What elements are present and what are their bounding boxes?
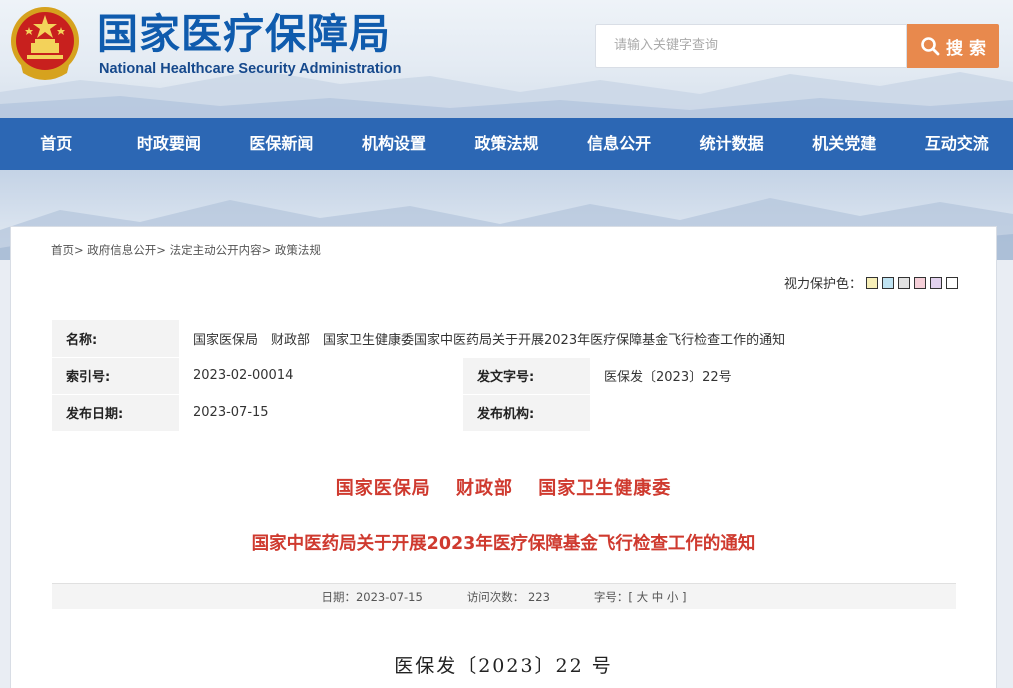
swatch-gray[interactable]	[898, 276, 910, 289]
issuer-2: 财政部	[456, 478, 513, 499]
meta-index-label: 索引号:	[52, 357, 179, 395]
publish-date: 日期：2023-07-15	[321, 589, 423, 604]
nav-item-news[interactable]: 医保新闻	[225, 118, 338, 170]
nav-item-statistics[interactable]: 统计数据	[675, 118, 788, 170]
issuer-1: 国家医保局	[335, 478, 431, 499]
vision-protection-label: 视力保护色：	[783, 277, 862, 292]
nav-item-interaction[interactable]: 互动交流	[901, 118, 1013, 170]
article-info-bar: 日期：2023-07-15 访问次数： 223 字号：[ 大 中 小 ]	[52, 583, 956, 609]
search-input[interactable]: 请输入关键字查询	[595, 24, 907, 68]
font-size-switch[interactable]: 字号：[ 大 中 小 ]	[594, 589, 687, 605]
search-icon	[921, 37, 940, 56]
swatch-yellow[interactable]	[866, 276, 878, 289]
meta-org-label: 发布机构:	[463, 394, 590, 432]
nav-item-current-affairs[interactable]: 时政要闻	[113, 118, 226, 170]
meta-date-label: 发布日期:	[52, 394, 179, 432]
swatch-white[interactable]	[946, 276, 958, 289]
breadcrumb[interactable]: 首页> 政府信息公开> 法定主动公开内容> 政策法规	[51, 242, 321, 258]
search-button-label: 搜 索	[946, 38, 986, 59]
issuer-3: 国家卫生健康委	[538, 478, 672, 499]
meta-docno-label: 发文字号:	[463, 357, 590, 395]
meta-org-value	[590, 394, 952, 432]
nav-item-policy[interactable]: 政策法规	[450, 118, 563, 170]
document-issuers: 国家医保局 财政部 国家卫生健康委	[11, 474, 996, 500]
meta-name-value: 国家医保局 财政部 国家卫生健康委国家中医药局关于开展2023年医疗保障基金飞行…	[179, 320, 952, 358]
national-emblem-icon	[9, 5, 81, 81]
main-nav: 首页 时政要闻 医保新闻 机构设置 政策法规 信息公开 统计数据 机关党建 互动…	[0, 118, 1013, 170]
document-title: 国家中医药局关于开展2023年医疗保障基金飞行检查工作的通知	[251, 534, 756, 554]
meta-date-value: 2023-07-15	[179, 394, 463, 432]
meta-docno-value: 医保发〔2023〕22号	[590, 357, 952, 395]
document-meta-table: 名称: 国家医保局 财政部 国家卫生健康委国家中医药局关于开展2023年医疗保障…	[52, 320, 952, 432]
search-button[interactable]: 搜 索	[907, 24, 999, 68]
vision-protection-selector: 视力保护色：	[784, 273, 958, 292]
nav-item-disclosure[interactable]: 信息公开	[563, 118, 676, 170]
visit-count: 访问次数： 223	[466, 589, 550, 604]
document-number: 医保发〔2023〕22 号	[394, 655, 613, 677]
article-card: 首页> 政府信息公开> 法定主动公开内容> 政策法规 视力保护色： 名称: 国家…	[10, 226, 997, 688]
nav-item-party[interactable]: 机关党建	[788, 118, 901, 170]
swatch-blue[interactable]	[882, 276, 894, 289]
nav-item-organization[interactable]: 机构设置	[338, 118, 451, 170]
site-title[interactable]: 国家医疗保障局	[97, 8, 391, 60]
nav-item-home[interactable]: 首页	[0, 118, 113, 170]
site-header: 国家医疗保障局 National Healthcare Security Adm…	[0, 0, 1013, 118]
swatch-purple[interactable]	[930, 276, 942, 289]
meta-index-value: 2023-02-00014	[179, 357, 463, 395]
meta-name-label: 名称:	[52, 320, 179, 358]
site-subtitle: National Healthcare Security Administrat…	[99, 61, 402, 77]
swatch-pink[interactable]	[914, 276, 926, 289]
